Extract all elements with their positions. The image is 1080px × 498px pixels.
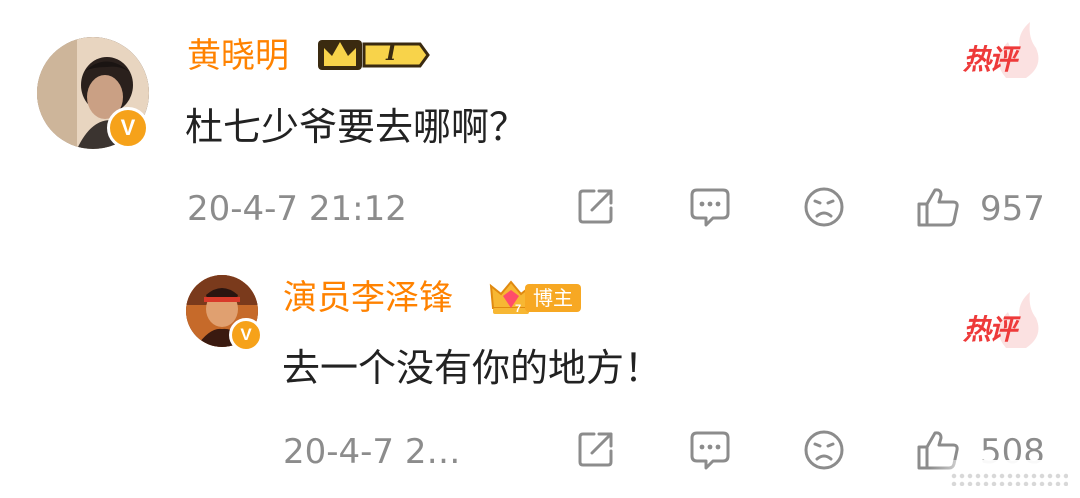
share-button[interactable] [576,429,616,469]
hot-comment-badge: 热评 [960,20,1040,80]
dislike-button[interactable] [803,186,845,228]
watermark [930,460,1080,498]
comment-icon [690,431,730,470]
sad-face-icon [804,187,844,227]
share-icon [578,189,613,224]
verified-badge-icon: V [229,318,263,352]
username[interactable]: 黄晓明 [187,34,289,78]
username[interactable]: 演员李泽锋 [283,276,453,320]
blogger-tag: 7 博主 [489,278,589,318]
hot-comment-badge: 热评 [960,290,1040,350]
svg-text:7: 7 [515,303,521,315]
sad-face-icon [804,430,844,470]
share-icon [578,432,613,467]
thumbs-up-icon [917,188,959,227]
hot-comment-label: 热评 [963,313,1017,346]
like-button[interactable] [916,186,960,228]
comment-button[interactable] [689,186,731,228]
dislike-button[interactable] [803,429,845,471]
level-badge: I [316,36,430,74]
verified-badge-icon: V [107,107,149,149]
hot-comment-label: 热评 [963,43,1017,76]
comment-time: 20-4-7 2… [283,432,461,472]
comment-icon [690,188,730,227]
like-count: 957 [980,189,1045,229]
comment-time: 20-4-7 21:12 [187,189,407,229]
comment-button[interactable] [689,429,731,471]
comment-text: 杜七少爷要去哪啊？ [185,105,528,149]
comment-text: 去一个没有你的地方！ [282,346,663,390]
crown-icon [318,40,430,70]
share-button[interactable] [576,186,616,226]
level-badge-text: I [386,40,397,66]
watermark-dots [950,472,1068,486]
blogger-tag-label: 博主 [525,284,581,312]
